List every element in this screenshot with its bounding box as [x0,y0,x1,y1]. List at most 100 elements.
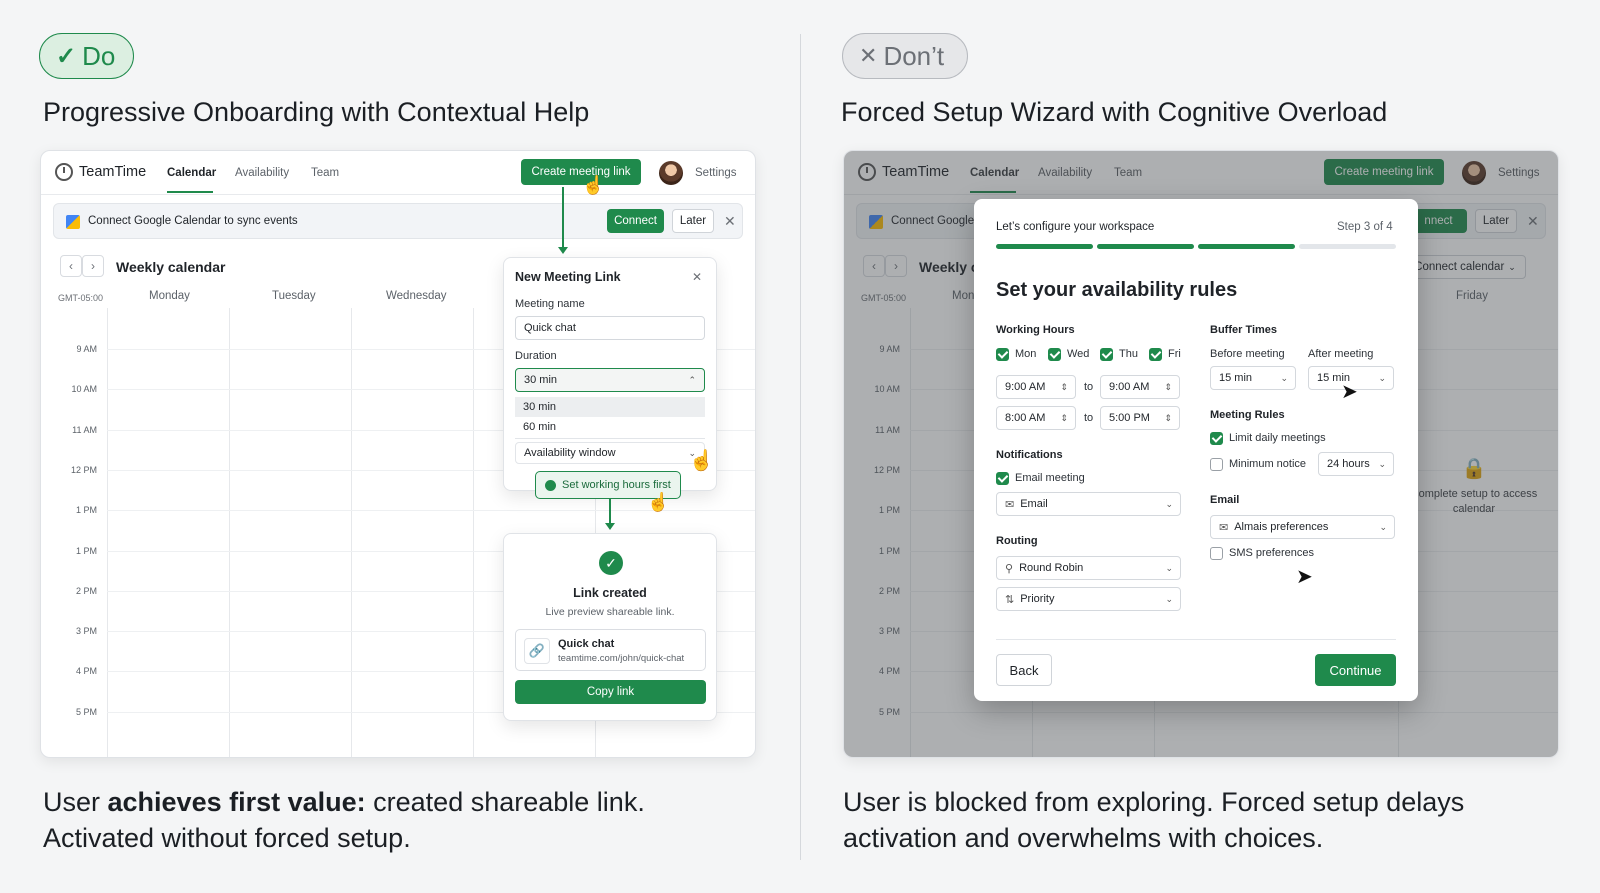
copy-link-button[interactable]: Copy link [515,680,706,704]
link-created-title: Link created [573,586,647,600]
connect-button[interactable]: Connect [607,209,664,233]
stepper-icon[interactable]: ⇕ [1164,382,1172,393]
next-week-button[interactable]: › [82,255,104,277]
day-fri-label: Fri [1168,348,1181,360]
duration-option-30[interactable]: 30 min [515,397,705,417]
flow-connector [562,187,564,249]
close-modal-icon[interactable]: ✕ [692,270,702,284]
banner-text: Connect Google Calendar to sync events [88,215,298,227]
settings-link[interactable]: Settings [695,167,737,179]
email-select[interactable]: ✉ Email ⌄ [996,492,1181,516]
checkbox-mon[interactable] [996,348,1009,361]
progress-step-2 [1097,244,1194,249]
brand-logo[interactable]: TeamTime [55,163,146,181]
mail-icon: ✉ [1219,521,1229,534]
stepper-icon[interactable]: ⇕ [1060,413,1068,424]
day-tuesday: Tuesday [272,290,316,302]
email-preferences-select[interactable]: ✉ Almais preferences ⌄ [1210,515,1395,539]
time-label: 10 AM [71,384,97,395]
routing-label: Routing [996,535,1038,547]
end-time-input-1[interactable]: 9:00 AM ⇕ [1100,375,1180,399]
availability-window-select[interactable]: Availability window ⌄ [515,442,705,464]
later-button[interactable]: Later [672,209,714,233]
nav-availability[interactable]: Availability [235,167,289,179]
avatar[interactable] [659,161,683,185]
close-banner-icon[interactable]: ✕ [724,213,736,230]
week-title: Weekly calendar [116,259,226,275]
google-calendar-banner: Connect Google Calendar to sync events C… [53,203,743,239]
before-meeting-value: 15 min [1219,372,1253,384]
duration-select[interactable]: 30 min ⌃ [515,368,705,392]
checkbox-limit-daily[interactable] [1210,432,1223,445]
priority-select[interactable]: ⇅ Priority ⌄ [996,587,1181,611]
left-caption: User achieves first value: created share… [43,784,645,856]
do-app-screenshot: TeamTime Calendar Availability Team Crea… [40,150,756,758]
email-section-label: Email [1210,494,1240,506]
divider [515,438,705,439]
caption-post: created shareable link. [365,787,645,817]
checkbox-wed[interactable] [1048,348,1061,361]
email-meeting-label: Email meeting [1015,472,1085,484]
do-badge-label: Do [82,40,116,71]
chevron-down-icon: ⌄ [1378,458,1386,469]
notifications-label: Notifications [996,449,1063,461]
checkbox-min-notice[interactable] [1210,458,1223,471]
meeting-name-value: Quick chat [524,322,576,334]
email-select-value: Email [1020,498,1048,510]
meeting-name-input[interactable]: Quick chat [515,316,705,340]
wizard-title: Set your availability rules [996,279,1238,301]
start-time-input-2[interactable]: 8:00 AM ⇕ [996,406,1076,430]
limit-daily-label: Limit daily meetings [1229,432,1326,444]
chevron-down-icon: ⌄ [1379,521,1387,532]
setup-wizard-modal: Let’s configure your workspace Step 3 of… [974,199,1418,701]
time-label: 2 PM [75,585,97,596]
right-caption: User is blocked from exploring. Forced s… [843,784,1464,856]
to-label: to [1084,412,1094,424]
top-nav: TeamTime Calendar Availability Team Crea… [41,151,755,195]
time-label: 1 PM [75,545,97,556]
left-heading: Progressive Onboarding with Contextual H… [43,97,590,127]
center-divider [800,34,801,860]
meeting-rules-label: Meeting Rules [1210,409,1285,421]
link-created-card: ✓ Link created Live preview shareable li… [503,533,717,721]
duration-option-60[interactable]: 60 min [515,417,705,437]
before-meeting-select[interactable]: 15 min ⌄ [1210,366,1296,390]
round-robin-select[interactable]: ⚲ Round Robin ⌄ [996,556,1181,580]
modal-title: New Meeting Link [515,270,621,284]
continue-button[interactable]: Continue [1315,654,1396,686]
link-preview[interactable]: 🔗 Quick chat teamtime.com/john/quick-cha… [515,629,706,671]
start-time-input-1[interactable]: 9:00 AM ⇕ [996,375,1076,399]
prev-week-button[interactable]: ‹ [60,255,82,277]
checkbox-thu[interactable] [1100,348,1113,361]
day-mon-label: Mon [1015,348,1037,360]
checkbox-fri[interactable] [1149,348,1162,361]
caption-line1: User is blocked from exploring. Forced s… [843,787,1465,817]
day-thu-label: Thu [1119,348,1138,360]
back-button[interactable]: Back [996,654,1052,686]
create-meeting-link-button[interactable]: Create meeting link [521,159,641,185]
checkbox-sms[interactable] [1210,547,1223,560]
notice-select[interactable]: 24 hours ⌄ [1318,452,1394,476]
time-label: 5 PM [75,706,97,717]
routing-icon: ⚲ [1005,562,1014,575]
start-time-2: 8:00 AM [1005,412,1046,424]
chevron-down-icon: ⌄ [1165,498,1173,509]
time-label: 12 PM [70,464,97,475]
dont-badge: ✕ Don’t [842,33,968,79]
brand-name: TeamTime [79,164,147,180]
tooltip-text: Set working hours first [562,479,671,491]
priority-value: Priority [1020,593,1055,605]
nav-team[interactable]: Team [311,167,339,179]
checkbox-email-meeting[interactable] [996,472,1009,485]
caption-line2: Activated without forced setup. [43,823,411,853]
end-time-input-2[interactable]: 5:00 PM ⇕ [1100,406,1180,430]
stepper-icon[interactable]: ⇕ [1164,413,1172,424]
caption-bold: achieves first value: [107,787,366,817]
hand-cursor-icon: ☝ [582,175,605,195]
progress-step-1 [996,244,1093,249]
mail-icon: ✉ [1005,498,1015,511]
nav-calendar[interactable]: Calendar [167,167,216,179]
time-label: 11 AM [72,424,97,435]
stepper-icon[interactable]: ⇕ [1060,382,1068,393]
duration-label: Duration [515,350,557,362]
